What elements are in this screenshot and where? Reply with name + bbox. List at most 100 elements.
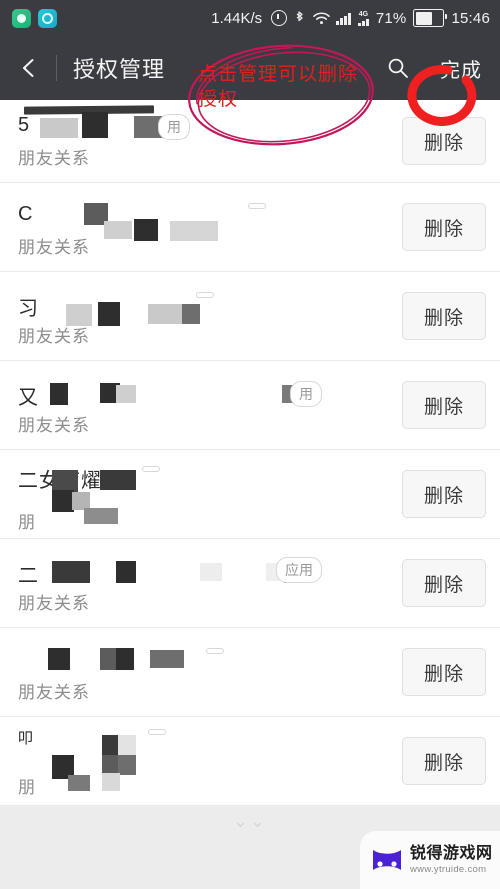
table-row[interactable]: C 朋友关系 删除 <box>0 183 500 272</box>
row-content: C 朋友关系 <box>18 183 402 271</box>
toolbar-divider <box>56 55 57 81</box>
signal-4g-bars <box>358 18 369 26</box>
redaction-block <box>116 385 136 403</box>
redaction-block <box>100 470 136 490</box>
done-button[interactable]: 完成 <box>436 52 486 85</box>
row-tag: 应用 <box>276 557 322 583</box>
row-tag: 用 <box>290 381 322 407</box>
row-name: C <box>18 203 34 225</box>
delete-button[interactable]: 删除 <box>402 203 486 251</box>
row-subtitle: 朋友关系 <box>18 327 90 346</box>
status-bar: 1.44K/s 4G 71% 15:46 <box>0 0 500 36</box>
delete-button[interactable]: 删除 <box>402 470 486 518</box>
row-name: 5 <box>18 114 31 136</box>
redaction-block <box>116 561 136 583</box>
annotation-text: 点击管理可以删除授权 <box>198 63 359 110</box>
row-tag <box>142 466 160 472</box>
row-subtitle: 朋友关系 <box>18 683 90 702</box>
table-row[interactable]: 5 用 朋友关系 删除 <box>0 100 500 183</box>
redaction-block <box>84 203 108 225</box>
watermark: 锐得游戏网 www.ytruide.com <box>360 831 500 889</box>
row-content: 又 用 朋友关系 <box>18 361 402 449</box>
row-subtitle: 朋友关系 <box>18 238 90 257</box>
table-row[interactable]: 二 应用 朋友关系 删除 <box>0 539 500 628</box>
row-name: 又 <box>18 387 39 409</box>
alarm-icon <box>271 10 288 26</box>
redaction-block <box>98 302 120 326</box>
redaction-block <box>50 383 68 405</box>
network-type-text: 4G <box>358 10 369 18</box>
signal-4g-icon: 4G <box>358 11 369 26</box>
redaction-block <box>150 650 184 668</box>
redaction-block <box>200 563 222 581</box>
redaction-block <box>118 755 136 775</box>
row-subtitle: 朋 <box>18 778 36 797</box>
row-name: 二女节燿 <box>18 470 102 492</box>
gamepad-logo-icon <box>370 848 404 872</box>
redaction-block <box>116 648 134 670</box>
search-icon[interactable] <box>386 56 410 80</box>
delete-button[interactable]: 删除 <box>402 117 486 165</box>
redaction-block <box>84 508 118 524</box>
redaction-block <box>68 775 90 791</box>
redaction-block <box>102 755 120 775</box>
redaction-block <box>182 304 200 324</box>
row-subtitle: 朋友关系 <box>18 594 90 613</box>
table-row[interactable]: 叩 朋 删除 <box>0 717 500 806</box>
wifi-icon <box>313 11 330 25</box>
row-subtitle: 朋 <box>18 513 36 532</box>
row-content: 朋友关系 <box>18 628 402 716</box>
delete-button[interactable]: 删除 <box>402 381 486 429</box>
row-subtitle: 朋友关系 <box>18 416 90 435</box>
redaction-block <box>52 490 74 512</box>
row-name: 叩 <box>18 730 35 747</box>
back-arrow-icon[interactable] <box>16 55 42 81</box>
delete-button[interactable]: 删除 <box>402 292 486 340</box>
redaction-block <box>134 219 158 241</box>
row-name: 二 <box>18 565 39 587</box>
redaction-block <box>170 221 218 241</box>
table-row[interactable]: 二女节燿 朋 删除 <box>0 450 500 539</box>
row-content: 叩 朋 <box>18 717 402 805</box>
row-content: 习 朋友关系 <box>18 272 402 360</box>
battery-icon <box>413 9 448 27</box>
watermark-name: 锐得游戏网 <box>410 844 493 862</box>
redaction-block <box>48 648 70 670</box>
row-tag <box>248 203 266 209</box>
network-speed-text: 1.44K/s <box>211 9 263 27</box>
redaction-block <box>52 755 74 779</box>
bluetooth-icon <box>294 10 306 26</box>
table-row[interactable]: 习 朋友关系 删除 <box>0 272 500 361</box>
table-row[interactable]: 又 用 朋友关系 删除 <box>0 361 500 450</box>
redaction-block <box>102 773 120 791</box>
redaction-block <box>100 648 120 670</box>
footer-area: ⌄⌄ 锐得游戏网 www.ytruide.com <box>0 805 500 889</box>
redaction-block <box>72 492 90 510</box>
page-title: 授权管理 <box>73 57 166 82</box>
status-bar-indicators: 1.44K/s 4G 71% 15:46 <box>211 9 490 27</box>
row-tag <box>206 648 224 654</box>
table-row[interactable]: 朋友关系 删除 <box>0 628 500 717</box>
row-content: 5 用 朋友关系 <box>18 100 402 182</box>
nav-hint-text: ⌄⌄ <box>232 811 268 831</box>
watermark-url: www.ytruide.com <box>410 863 487 875</box>
authorization-list: 5 用 朋友关系 删除 C 朋友关系 删除 习 朋友关系 删除 又 用 朋友关系… <box>0 100 500 806</box>
redaction-block <box>52 561 90 583</box>
row-content: 二 应用 朋友关系 <box>18 539 402 627</box>
notification-cyan-icon <box>38 8 57 28</box>
toolbar-actions: 完成 <box>386 52 486 85</box>
redaction-block <box>102 735 120 757</box>
signal-icon <box>336 12 352 25</box>
row-name: 习 <box>18 298 39 320</box>
redaction-block <box>118 735 136 757</box>
row-subtitle: 朋友关系 <box>18 149 90 168</box>
delete-button[interactable]: 删除 <box>402 648 486 696</box>
redaction-block <box>100 383 120 403</box>
delete-button[interactable]: 删除 <box>402 559 486 607</box>
clock-text: 15:46 <box>451 9 490 27</box>
delete-button[interactable]: 删除 <box>402 737 486 785</box>
redaction-block <box>40 118 78 138</box>
status-bar-notifications <box>12 8 57 28</box>
row-tag <box>196 292 214 298</box>
row-tag: 用 <box>158 114 190 140</box>
